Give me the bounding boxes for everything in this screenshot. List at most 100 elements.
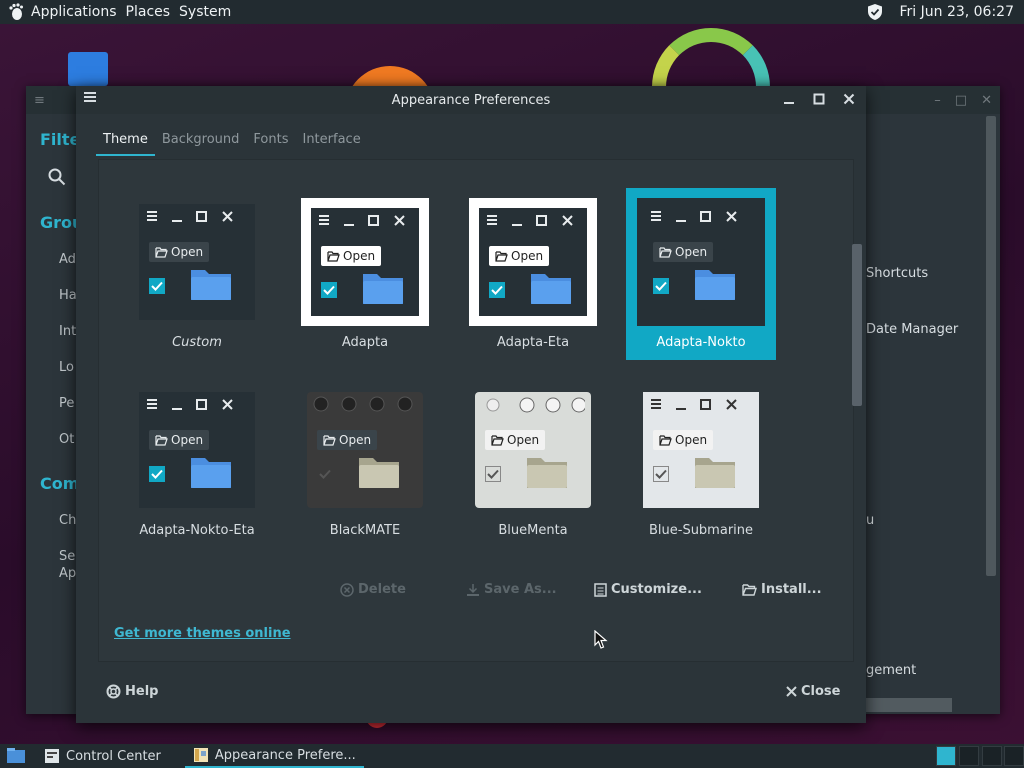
control-center-window-controls: – □ ✕ [934,93,992,108]
folder-open-icon [659,434,672,446]
common-item[interactable]: Ch [59,513,76,528]
theme-preview: Open [469,386,597,514]
folder-open-icon [491,434,504,446]
right-item-management[interactable]: gement [866,663,916,678]
preview-checkbox [653,466,669,482]
menu-icon[interactable]: ≡ [34,93,45,108]
tab-fonts[interactable]: Fonts [246,128,295,156]
theme-tile[interactable]: Open Adapta [290,188,440,356]
preview-checkbox [149,466,165,482]
dialog-titlebar[interactable]: Appearance Preferences [76,86,866,114]
help-icon [106,684,121,699]
maximize-icon[interactable] [810,90,828,108]
common-item[interactable]: Ap [59,566,76,581]
theme-tile[interactable]: Open BlackMATE [290,376,440,544]
folder-open-icon [495,250,508,262]
get-more-themes-link[interactable]: Get more themes online [114,626,291,641]
menu-system[interactable]: System [179,4,231,20]
theme-name: Adapta-Nokto [656,335,746,350]
delete-button[interactable]: Delete [340,582,406,597]
preview-open-button: Open [149,430,210,450]
customize-icon [594,582,607,597]
theme-tile[interactable]: Open Adapta-Eta [458,188,608,356]
panel-clock[interactable]: Fri Jun 23, 06:27 [899,4,1014,20]
theme-preview: Open [637,386,765,514]
preview-open-label: Open [511,249,544,263]
folder-icon [693,452,737,488]
search-icon[interactable] [48,168,66,190]
workspace-2[interactable] [959,746,979,766]
menu-applications[interactable]: Applications [31,4,117,20]
right-item-partial[interactable]: u [866,513,874,528]
maximize-icon[interactable]: □ [955,93,967,108]
workspace-3[interactable] [982,746,1002,766]
task-control-center[interactable]: Control Center [36,744,169,768]
folder-open-icon [155,434,168,446]
minimize-icon[interactable]: – [934,93,941,108]
shield-icon[interactable] [865,2,885,22]
mouse-cursor-icon [594,629,608,654]
minimize-icon[interactable] [780,90,798,108]
folder-open-icon [155,246,168,258]
theme-actions: Delete Save As... Customize... Install..… [76,582,866,602]
theme-preview: Open [301,198,429,326]
theme-gallery-scrollbar[interactable] [852,244,862,406]
close-button[interactable]: Close [786,684,840,699]
menu-places[interactable]: Places [126,4,171,20]
delete-icon [340,582,354,597]
desktop-folder-icon[interactable] [68,52,108,86]
dialog-title: Appearance Preferences [391,93,551,108]
tab-theme[interactable]: Theme [96,128,155,156]
theme-name: Adapta-Eta [496,335,570,350]
theme-tile[interactable]: Open Adapta-Nokto [626,188,776,360]
control-center-hscrollbar[interactable] [862,698,952,712]
show-desktop-button[interactable] [0,744,32,768]
install-label: Install... [761,582,822,597]
control-center-scrollbar[interactable] [986,116,996,576]
group-item[interactable]: Ot [59,432,74,447]
close-label: Close [801,684,841,699]
preview-checkbox [321,282,337,298]
theme-tile[interactable]: Open Blue-Submarine [626,376,776,544]
group-item[interactable]: Pe [59,396,74,411]
preview-open-button: Open [653,242,714,262]
save-as-button[interactable]: Save As... [466,582,557,597]
gnome-foot-icon[interactable] [6,2,26,22]
tab-interface[interactable]: Interface [295,128,367,156]
help-button[interactable]: Help [106,684,158,699]
install-button[interactable]: Install... [742,582,822,597]
theme-tile[interactable]: Open BlueMenta [458,376,608,544]
theme-preview: Open [637,198,765,326]
preview-open-button: Open [317,430,378,450]
folder-icon [529,268,573,304]
close-icon[interactable]: ✕ [981,93,992,108]
customize-label: Customize... [611,582,702,597]
group-item[interactable]: Ad [59,252,76,267]
preview-open-label: Open [507,433,540,447]
theme-tile[interactable]: Open Custom [122,188,272,356]
preview-checkbox [489,282,505,298]
customize-button[interactable]: Customize... [594,582,702,597]
preview-checkbox [149,278,165,294]
group-item[interactable]: Ha [59,288,77,303]
close-icon[interactable] [840,90,858,108]
group-item[interactable]: Int [59,324,76,339]
group-item[interactable]: Lo [59,360,74,375]
preview-open-button: Open [489,246,550,266]
workspace-4[interactable] [1004,746,1024,766]
right-item-date-manager[interactable]: Date Manager [866,322,958,337]
task-appearance-preferences[interactable]: Appearance Prefere... [184,744,364,768]
bottom-taskbar: Control Center Appearance Prefere... [0,744,1024,768]
right-item-shortcuts[interactable]: Shortcuts [866,266,928,281]
common-item[interactable]: Se [59,549,75,564]
tab-background[interactable]: Background [155,128,247,156]
theme-name: Custom [172,335,222,350]
preview-open-button: Open [653,430,714,450]
save-icon [467,583,479,596]
preview-open-button: Open [485,430,546,450]
theme-tile[interactable]: Open Adapta-Nokto-Eta [122,376,272,544]
preview-open-label: Open [339,433,372,447]
task-label: Appearance Prefere... [214,747,356,763]
save-as-label: Save As... [484,582,557,597]
workspace-1[interactable] [936,746,956,766]
